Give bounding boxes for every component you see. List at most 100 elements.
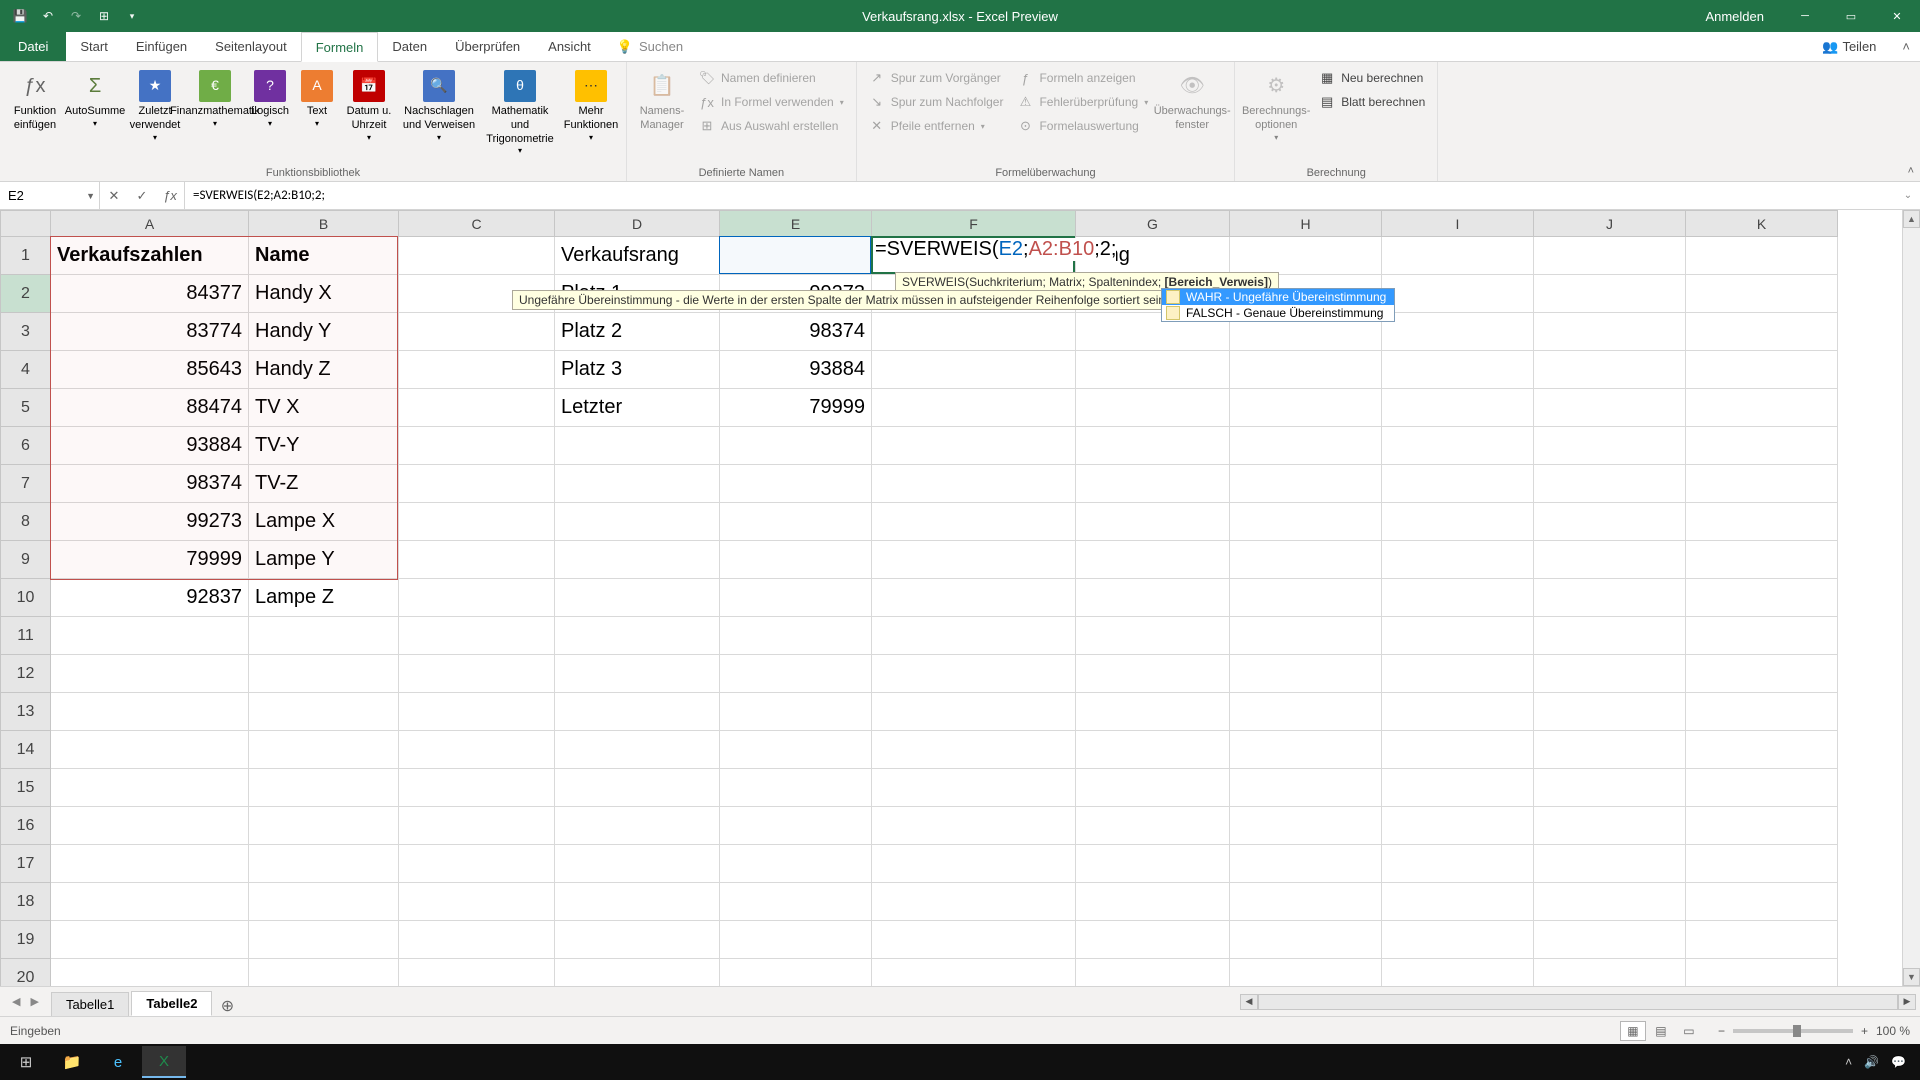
redo-icon[interactable]: ↷ <box>66 6 86 26</box>
cell-B5[interactable]: TV X <box>249 389 399 427</box>
cell-D17[interactable] <box>555 845 720 883</box>
minimize-button[interactable]: ─ <box>1782 0 1828 32</box>
cell-K15[interactable] <box>1686 769 1838 807</box>
share-button[interactable]: 👥 Teilen <box>1806 32 1892 61</box>
cell-F13[interactable] <box>872 693 1076 731</box>
cell-C4[interactable] <box>399 351 555 389</box>
cell-H4[interactable] <box>1230 351 1382 389</box>
cell-E9[interactable] <box>720 541 872 579</box>
cell-E8[interactable] <box>720 503 872 541</box>
col-header-E[interactable]: E <box>720 211 872 237</box>
file-explorer-icon[interactable]: 📁 <box>50 1046 94 1078</box>
cell-B11[interactable] <box>249 617 399 655</box>
cell-K6[interactable] <box>1686 427 1838 465</box>
cell-G7[interactable] <box>1076 465 1230 503</box>
cell-B18[interactable] <box>249 883 399 921</box>
zoom-out-button[interactable]: − <box>1718 1024 1725 1038</box>
cell-F11[interactable] <box>872 617 1076 655</box>
undo-icon[interactable]: ↶ <box>38 6 58 26</box>
cell-K8[interactable] <box>1686 503 1838 541</box>
cell-K19[interactable] <box>1686 921 1838 959</box>
cell-J3[interactable] <box>1534 313 1686 351</box>
hscroll-track[interactable] <box>1258 994 1898 1010</box>
cell-A8[interactable]: 99273 <box>51 503 249 541</box>
start-button[interactable]: ⊞ <box>4 1046 48 1078</box>
cell-B13[interactable] <box>249 693 399 731</box>
cell-J11[interactable] <box>1534 617 1686 655</box>
scroll-up-button[interactable]: ▲ <box>1903 210 1920 228</box>
cell-F12[interactable] <box>872 655 1076 693</box>
cell-A11[interactable] <box>51 617 249 655</box>
row-header-6[interactable]: 6 <box>1 427 51 465</box>
cell-D6[interactable] <box>555 427 720 465</box>
cell-A4[interactable]: 85643 <box>51 351 249 389</box>
row-header-12[interactable]: 12 <box>1 655 51 693</box>
row-header-2[interactable]: 2 <box>1 275 51 313</box>
row-header-19[interactable]: 19 <box>1 921 51 959</box>
cell-B19[interactable] <box>249 921 399 959</box>
cell-I17[interactable] <box>1382 845 1534 883</box>
cell-I10[interactable] <box>1382 579 1534 617</box>
cell-C19[interactable] <box>399 921 555 959</box>
cell-K20[interactable] <box>1686 959 1838 987</box>
ribbon-expand-toggle[interactable]: ˄ <box>1908 165 1914 177</box>
cell-E4[interactable]: 93884 <box>720 351 872 389</box>
excel-taskbar-icon[interactable]: X <box>142 1046 186 1078</box>
row-header-7[interactable]: 7 <box>1 465 51 503</box>
ribbon-collapse-button[interactable]: ˄ <box>1892 32 1920 61</box>
edge-icon[interactable]: e <box>96 1046 140 1078</box>
cell-B7[interactable]: TV-Z <box>249 465 399 503</box>
formula-edit-text[interactable]: =SVERWEIS(E2;A2:B10;2; <box>875 238 1116 261</box>
name-box[interactable]: ▼ <box>0 182 100 209</box>
cell-I19[interactable] <box>1382 921 1534 959</box>
cell-H18[interactable] <box>1230 883 1382 921</box>
col-header-I[interactable]: I <box>1382 211 1534 237</box>
cell-E15[interactable] <box>720 769 872 807</box>
col-header-K[interactable]: K <box>1686 211 1838 237</box>
tab-view[interactable]: Ansicht <box>534 32 605 61</box>
cell-C10[interactable] <box>399 579 555 617</box>
cell-I5[interactable] <box>1382 389 1534 427</box>
select-all-corner[interactable] <box>1 211 51 237</box>
formula-cancel-button[interactable]: ✕ <box>100 188 128 204</box>
touch-mode-icon[interactable]: ⊞ <box>94 6 114 26</box>
cell-F3[interactable] <box>872 313 1076 351</box>
cell-F19[interactable] <box>872 921 1076 959</box>
cell-A14[interactable] <box>51 731 249 769</box>
lookup-button[interactable]: 🔍Nachschlagen und Verweisen▾ <box>400 66 478 147</box>
cell-C11[interactable] <box>399 617 555 655</box>
date-time-button[interactable]: 📅Datum u. Uhrzeit▾ <box>340 66 398 147</box>
row-header-20[interactable]: 20 <box>1 959 51 987</box>
cell-B3[interactable]: Handy Y <box>249 313 399 351</box>
cell-H5[interactable] <box>1230 389 1382 427</box>
cell-G13[interactable] <box>1076 693 1230 731</box>
tab-review[interactable]: Überprüfen <box>441 32 534 61</box>
col-header-J[interactable]: J <box>1534 211 1686 237</box>
cell-A13[interactable] <box>51 693 249 731</box>
cell-E5[interactable]: 79999 <box>720 389 872 427</box>
sheet-nav-prev-icon[interactable]: ◀ <box>12 995 20 1008</box>
cell-D5[interactable]: Letzter <box>555 389 720 427</box>
tab-pagelayout[interactable]: Seitenlayout <box>201 32 301 61</box>
cell-J14[interactable] <box>1534 731 1686 769</box>
formula-autocomplete-list[interactable]: WAHR - Ungefähre Übereinstimmung FALSCH … <box>1161 288 1395 322</box>
cell-F7[interactable] <box>872 465 1076 503</box>
cell-F9[interactable] <box>872 541 1076 579</box>
zoom-slider[interactable] <box>1733 1029 1853 1033</box>
cell-H12[interactable] <box>1230 655 1382 693</box>
sheet-tab-1[interactable]: Tabelle1 <box>51 992 129 1016</box>
cell-D19[interactable] <box>555 921 720 959</box>
cell-G20[interactable] <box>1076 959 1230 987</box>
cell-B14[interactable] <box>249 731 399 769</box>
cell-K17[interactable] <box>1686 845 1838 883</box>
cell-H13[interactable] <box>1230 693 1382 731</box>
zoom-level[interactable]: 100 % <box>1876 1024 1910 1038</box>
cell-G17[interactable] <box>1076 845 1230 883</box>
text-button[interactable]: AText▾ <box>296 66 338 133</box>
cell-J6[interactable] <box>1534 427 1686 465</box>
cell-F15[interactable] <box>872 769 1076 807</box>
view-pagelayout-button[interactable]: ▤ <box>1648 1021 1674 1041</box>
cell-E20[interactable] <box>720 959 872 987</box>
row-header-4[interactable]: 4 <box>1 351 51 389</box>
cell-H17[interactable] <box>1230 845 1382 883</box>
